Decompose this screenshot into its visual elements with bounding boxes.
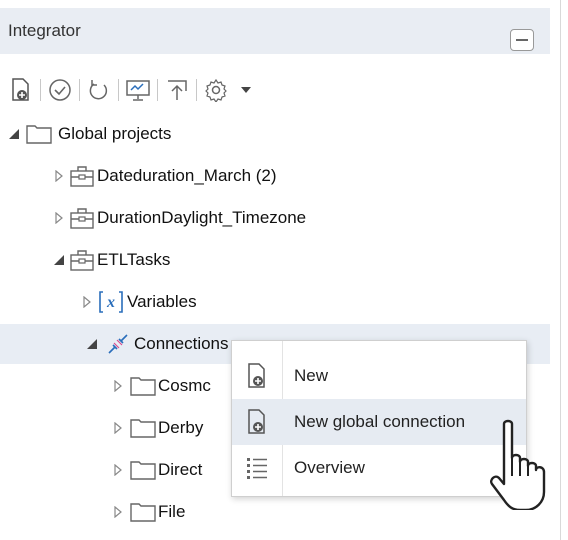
collapsed-arrow-icon[interactable] — [112, 380, 124, 392]
tree-node-label: Direct — [158, 460, 203, 479]
menu-item-new[interactable]: New — [232, 353, 526, 399]
menu-item-label: Overview — [294, 458, 365, 477]
svg-text:x: x — [106, 294, 115, 311]
tree-node-label: Connections — [134, 334, 229, 353]
tree-node-label: Derby — [158, 418, 204, 437]
tree-node-durationdaylight[interactable]: DurationDaylight_Timezone — [0, 198, 550, 238]
new-file-icon[interactable] — [8, 77, 34, 103]
collapsed-arrow-icon[interactable] — [112, 422, 124, 434]
tree-node-dateduration[interactable]: Dateduration_March (2) — [0, 156, 550, 196]
toolbar-separator — [40, 79, 41, 101]
gear-icon[interactable] — [203, 77, 229, 103]
folder-icon — [130, 419, 156, 438]
toolbar-separator — [196, 79, 197, 101]
folder-icon — [130, 503, 156, 522]
expanded-arrow-icon[interactable] — [53, 254, 65, 266]
collapsed-arrow-icon[interactable] — [112, 506, 124, 518]
folder-icon — [130, 461, 156, 480]
toolbar-separator — [79, 79, 80, 101]
menu-item-label: New — [294, 366, 329, 385]
folder-icon — [26, 125, 52, 144]
tree-node-label: ETLTasks — [97, 250, 171, 269]
collapsed-arrow-icon[interactable] — [112, 464, 124, 476]
new-doc-icon — [232, 363, 282, 389]
project-briefcase-icon — [70, 250, 94, 271]
project-briefcase-icon — [70, 208, 94, 229]
project-briefcase-icon — [70, 166, 94, 187]
expanded-arrow-icon[interactable] — [8, 128, 20, 140]
tree-node-variables[interactable]: x Variables — [0, 282, 550, 322]
upload-icon[interactable] — [164, 77, 190, 103]
check-circle-icon[interactable] — [47, 77, 73, 103]
dropdown-caret-icon[interactable] — [239, 77, 253, 103]
expanded-arrow-icon[interactable] — [86, 338, 98, 350]
menu-item-new-global-connection[interactable]: New global connection — [232, 399, 526, 445]
tree-node-global-projects[interactable]: Global projects — [0, 114, 550, 154]
collapsed-arrow-icon[interactable] — [53, 170, 65, 182]
toolbar-separator — [157, 79, 158, 101]
toolbar-separator — [118, 79, 119, 101]
connection-icon — [108, 334, 128, 354]
refresh-icon[interactable] — [86, 77, 112, 103]
tree-node-label: DurationDaylight_Timezone — [97, 208, 307, 227]
tree-node-label: Variables — [127, 292, 197, 311]
list-icon — [232, 456, 282, 480]
monitor-icon[interactable] — [125, 77, 151, 103]
tree-node-label: Global projects — [58, 124, 172, 143]
tree-node-label: Dateduration_March (2) — [97, 166, 277, 185]
variable-icon: x — [99, 291, 123, 313]
collapsed-arrow-icon[interactable] — [81, 296, 93, 308]
tree-node-etltasks[interactable]: ETLTasks — [0, 240, 550, 280]
panel-title: Integrator — [8, 21, 81, 40]
new-doc-icon — [232, 409, 282, 435]
panel-header: Integrator — [0, 8, 550, 54]
collapsed-arrow-icon[interactable] — [53, 212, 65, 224]
hand-cursor-icon — [490, 419, 546, 510]
toolbar — [8, 72, 253, 108]
folder-icon — [130, 377, 156, 396]
menu-item-overview[interactable]: Overview — [232, 445, 526, 491]
tree-node-label: Cosmc — [158, 376, 211, 395]
tree-node-label: File — [158, 502, 186, 521]
context-menu: New New global connection Overview — [231, 340, 527, 497]
menu-item-label: New global connection — [294, 412, 466, 431]
tree-node-file[interactable]: File — [0, 492, 550, 532]
collapse-button[interactable] — [510, 29, 534, 51]
